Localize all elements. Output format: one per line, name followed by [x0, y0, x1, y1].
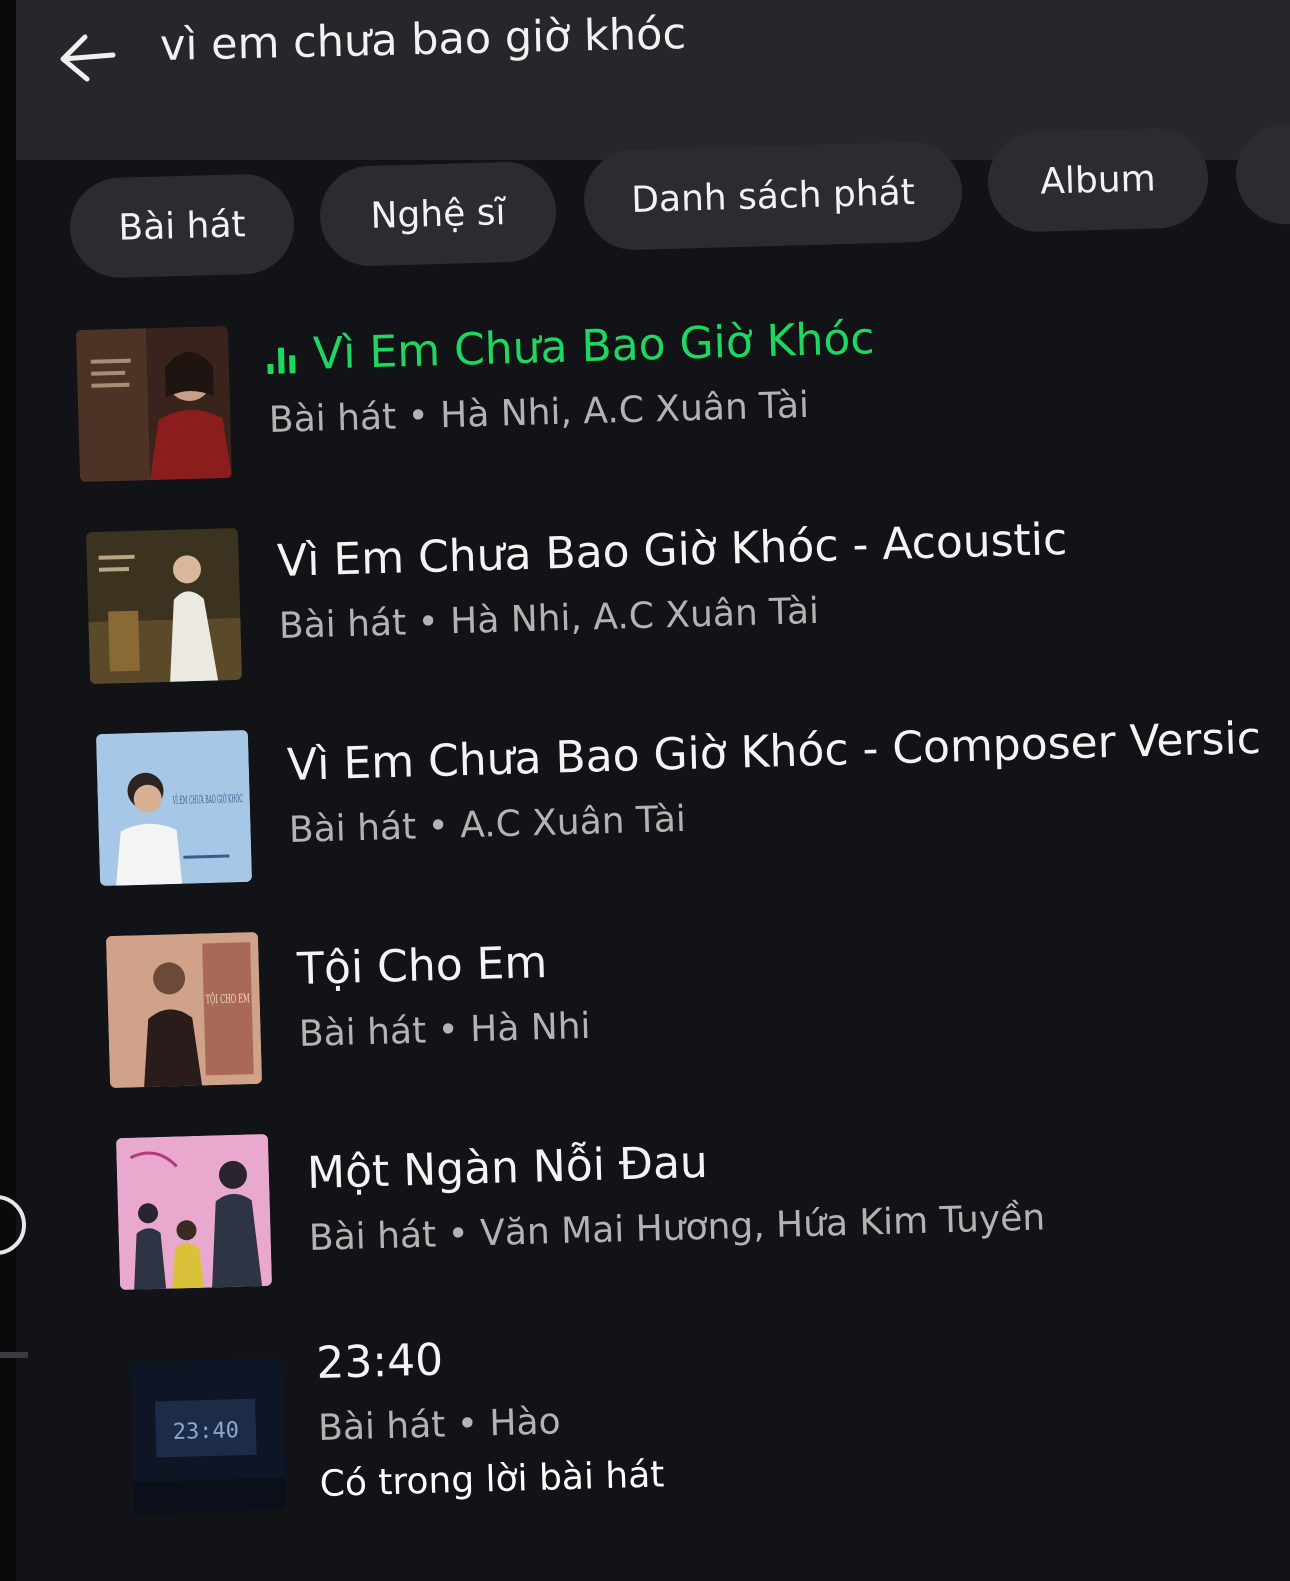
result-subtitle: Bài hát • Hà Nhi [298, 1005, 592, 1055]
filter-chip-playlists[interactable]: Danh sách phát [582, 140, 964, 252]
filter-chip-songs[interactable]: Bài hát [68, 172, 296, 280]
filter-chip-albums[interactable]: Album [986, 126, 1210, 234]
result-text: 23:40 Bài hát • Hào Có trong lời bài hát [316, 1326, 665, 1508]
result-text: Vì Em Chưa Bao Giờ Khóc - Acoustic Bài h… [276, 512, 1069, 650]
album-cover: 23:40 [129, 1357, 287, 1515]
filter-chip-label: Bài hát [117, 203, 247, 249]
filter-chip-label: Nghệ sĩ [369, 191, 507, 237]
result-subtitle: Bài hát • Hà Nhi, A.C Xuân Tài [268, 384, 810, 441]
album-cover-text: 23:40 [172, 1418, 239, 1445]
result-subtitle: Bài hát • Hào [317, 1401, 562, 1449]
list-item[interactable]: Vì Em Chưa Bao Giờ Khóc Bài hát • Hà Nhi… [0, 313, 1290, 498]
album-cover [85, 527, 243, 685]
filter-chip-label: Album [1039, 157, 1157, 203]
result-title: 23:40 [315, 1334, 444, 1390]
result-text: Vì Em Chưa Bao Giờ Khóc Bài hát • Hà Nhi… [266, 311, 877, 444]
result-title: Vì Em Chưa Bao Giờ Khóc - Composer Versi… [286, 712, 1262, 792]
album-cover-text: TỘI CHO EM [205, 990, 249, 1006]
result-title: Một Ngàn Nỗi Đau [306, 1136, 709, 1200]
list-item[interactable]: TỘI CHO EM Tội Cho Em Bài hát • Hà Nhi [0, 924, 1290, 1104]
equalizer-icon [267, 343, 300, 375]
album-cover: TỘI CHO EM [105, 931, 263, 1089]
result-title-label: Vì Em Chưa Bao Giờ Khóc [312, 313, 876, 380]
result-text: Vì Em Chưa Bao Giờ Khóc - Composer Versi… [286, 711, 1263, 854]
list-item[interactable]: Vì Em Chưa Bao Giờ Khóc - Acoustic Bài h… [0, 514, 1290, 700]
filter-chip-label: Danh sách phát [630, 171, 916, 221]
result-title: Tội Cho Em [296, 937, 548, 996]
album-cover [75, 325, 233, 483]
result-text: Tội Cho Em Bài hát • Hà Nhi [296, 934, 591, 1058]
lyrics-match-note: Có trong lời bài hát [319, 1454, 665, 1505]
list-item[interactable]: Một Ngàn Nỗi Đau Bài hát • Văn Mai Hương… [0, 1126, 1290, 1306]
filter-chips: Bài hát Nghệ sĩ Danh sách phát Album [0, 0, 1290, 290]
result-subtitle: Bài hát • A.C Xuân Tài [288, 798, 687, 851]
result-title: Vì Em Chưa Bao Giờ Khóc - Acoustic [276, 513, 1068, 588]
album-cover-text: VÌ EM CHƯA BAO GIỜ KHÓC [172, 791, 243, 807]
result-text: Một Ngàn Nỗi Đau Bài hát • Văn Mai Hương… [306, 1125, 1045, 1262]
album-cover: VÌ EM CHƯA BAO GIỜ KHÓC [95, 729, 253, 887]
result-title: Vì Em Chưa Bao Giờ Khóc [266, 311, 875, 384]
list-item[interactable]: VÌ EM CHƯA BAO GIỜ KHÓC Vì Em Chưa Bao G… [0, 713, 1290, 902]
list-item[interactable]: 23:40 23:40 Bài hát • Hào Có trong lời b… [0, 1330, 1290, 1550]
search-results-screen: vì em chưa bao giờ khóc Bài hát Nghệ sĩ … [0, 0, 1290, 1581]
filter-chip-artists[interactable]: Nghệ sĩ [318, 160, 558, 268]
result-subtitle: Bài hát • Văn Mai Hương, Hứa Kim Tuyền [308, 1197, 1046, 1259]
filter-chip-more[interactable] [1234, 122, 1290, 226]
side-divider [0, 1352, 28, 1358]
result-subtitle: Bài hát • Hà Nhi, A.C Xuân Tài [278, 590, 820, 647]
album-cover [115, 1133, 273, 1291]
